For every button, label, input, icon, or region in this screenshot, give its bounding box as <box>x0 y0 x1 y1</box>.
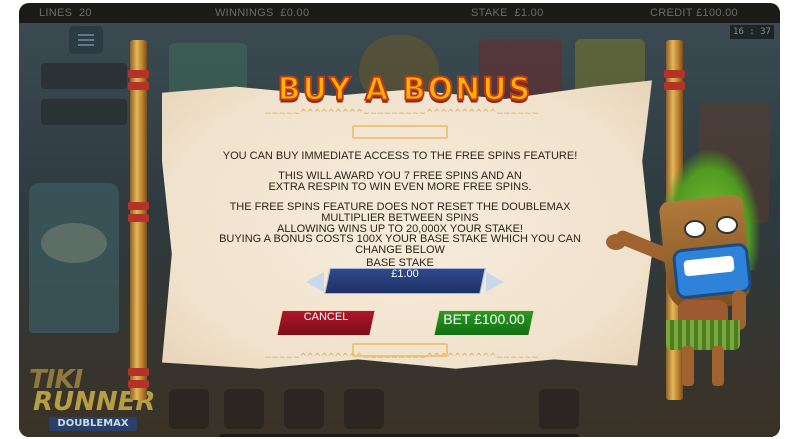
pole-band <box>664 70 685 78</box>
stake-display: STAKE £1.00 <box>471 7 544 19</box>
side-button[interactable] <box>41 63 127 89</box>
stake-value: £1.00 <box>514 7 544 19</box>
bet-button[interactable]: BET £100.00 <box>433 310 535 336</box>
pole-band <box>128 70 149 78</box>
increase-stake-arrow-icon[interactable] <box>486 272 504 292</box>
winnings-display: WINNINGS £0.00 <box>215 7 309 19</box>
dialog-title: BUY A BONUS <box>277 70 533 109</box>
cancel-button[interactable]: CANCEL <box>276 310 376 336</box>
message-line: YOU CAN BUY IMMEDIATE ACCESS TO THE FREE… <box>222 150 578 162</box>
message-paragraph-4: BUYING A BONUS COSTS 100X YOUR BASE STAK… <box>210 234 590 256</box>
tiki-mascot-image <box>604 150 774 400</box>
message-paragraph-1: YOU CAN BUY IMMEDIATE ACCESS TO THE FREE… <box>210 151 590 162</box>
pole-band <box>128 380 149 388</box>
cancel-button-label: CANCEL <box>303 311 349 323</box>
mascot-eye <box>684 220 706 238</box>
scroll-decoration <box>352 343 448 357</box>
pole-band <box>128 82 149 90</box>
logo-doublemax: DOUBLEMAX <box>49 417 137 431</box>
credit-label: CREDIT <box>650 7 693 19</box>
barrel <box>344 389 384 429</box>
pole-band <box>128 368 149 376</box>
side-button[interactable] <box>41 99 127 125</box>
decrease-stake-arrow-icon[interactable] <box>306 272 324 292</box>
barrel <box>169 389 209 429</box>
winnings-value: £0.00 <box>280 7 310 19</box>
mascot-eye <box>716 216 738 234</box>
mascot-skirt <box>666 320 740 350</box>
scroll-pole-left <box>128 40 149 400</box>
stake-label: STAKE <box>471 7 508 19</box>
clock: 16 : 37 <box>730 25 774 39</box>
mascot-leg <box>682 346 694 386</box>
tiki-statue-image <box>29 183 119 333</box>
lines-value: 20 <box>79 7 92 19</box>
winnings-label: WINNINGS <box>215 7 274 19</box>
barrel <box>539 389 579 429</box>
message-line: THE FREE SPINS FEATURE DOES NOT RESET TH… <box>229 201 571 224</box>
scroll-decoration-top: ~~~~~^^^^^^^^^~~~~~~~~~^^^^^^^^^^~~~~~~ <box>265 108 539 119</box>
base-stake-value: £1.00 <box>391 268 419 280</box>
lines-display: LINES 20 <box>39 7 92 19</box>
credit-display: CREDIT £100.00 <box>650 7 738 19</box>
message-paragraph-2: THIS WILL AWARD YOU 7 FREE SPINS AND AN … <box>210 171 590 193</box>
mascot-leg <box>712 346 724 386</box>
bottom-bar <box>219 434 579 437</box>
menu-icon <box>78 39 94 41</box>
barrel <box>224 389 264 429</box>
barrel <box>284 389 324 429</box>
bet-button-label: BET £100.00 <box>443 311 525 327</box>
mascot-hand <box>606 234 626 250</box>
lines-label: LINES <box>39 7 73 19</box>
scroll-decoration <box>352 125 448 139</box>
menu-icon <box>78 44 94 46</box>
menu-icon <box>78 34 94 36</box>
status-bar: LINES 20 WINNINGS £0.00 STAKE £1.00 CRED… <box>19 3 780 23</box>
message-line: BUYING A BONUS COSTS 100X YOUR BASE STAK… <box>219 233 581 256</box>
pole-band <box>128 214 149 222</box>
credit-value: £100.00 <box>696 7 738 19</box>
menu-button[interactable] <box>69 26 103 54</box>
pole-band <box>128 202 149 210</box>
message-paragraph-3: THE FREE SPINS FEATURE DOES NOT RESET TH… <box>210 202 590 235</box>
message-line: EXTRA RESPIN TO WIN EVEN MORE FREE SPINS… <box>268 181 532 193</box>
pole-band <box>664 82 685 90</box>
